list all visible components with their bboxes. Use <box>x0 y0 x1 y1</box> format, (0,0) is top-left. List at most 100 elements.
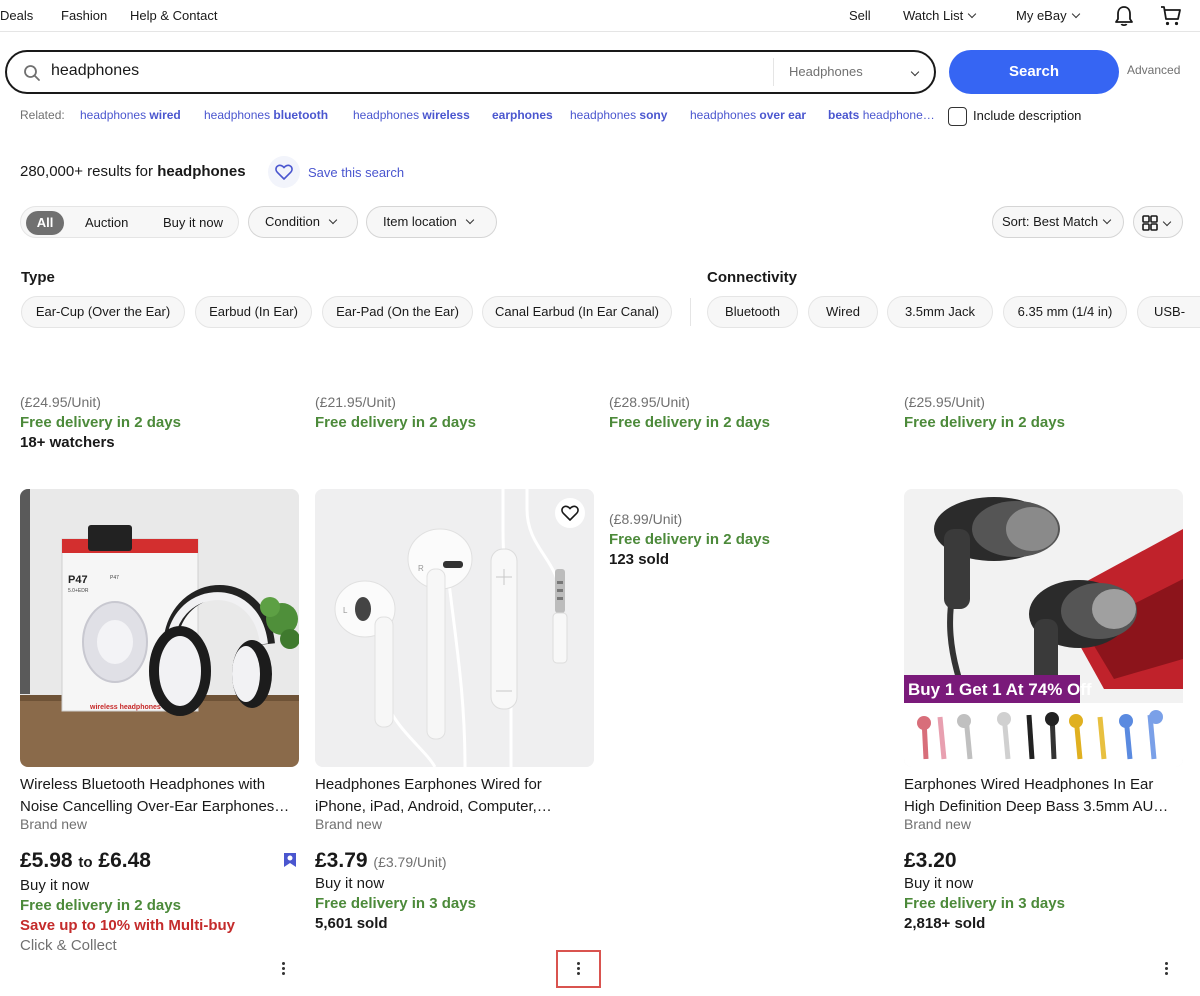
related-link[interactable]: headphones bluetooth <box>204 108 328 122</box>
nav-help-contact[interactable]: Help & Contact <box>130 8 217 23</box>
top-rated-badge-icon <box>284 853 296 867</box>
product-condition: Brand new <box>20 816 87 832</box>
delivery-info: Free delivery in 3 days <box>315 895 476 912</box>
cart-icon[interactable] <box>1160 5 1182 27</box>
more-options-icon[interactable] <box>576 962 582 977</box>
connectivity-chip[interactable]: Wired <box>808 296 878 328</box>
chevron-down-icon <box>328 215 338 225</box>
product-price: £5.98 to £6.48 <box>20 849 151 872</box>
delivery-info: Free delivery in 3 days <box>904 895 1065 912</box>
grid-view-icon <box>1142 215 1158 231</box>
item-location-dropdown[interactable]: Item location <box>366 206 497 238</box>
delivery-info: Free delivery in 2 days <box>609 531 770 548</box>
product-title-line2[interactable]: High Definition Deep Bass 3.5mm AU… <box>904 796 1168 818</box>
type-chip[interactable]: Earbud (In Ear) <box>195 296 312 328</box>
more-options-icon[interactable] <box>1164 962 1170 977</box>
product-image[interactable]: P47 5.0+EDR P47 wireless headphones <box>20 489 299 767</box>
nav-watch-list[interactable]: Watch List <box>903 8 977 23</box>
filter-auction[interactable]: Auction <box>85 215 128 230</box>
nav-my-ebay[interactable]: My eBay <box>1016 8 1080 23</box>
nav-fashion[interactable]: Fashion <box>61 8 107 23</box>
sold-count: 5,601 sold <box>315 915 388 932</box>
type-chip[interactable]: Ear-Pad (On the Ear) <box>322 296 473 328</box>
sold-count: 123 sold <box>609 551 670 568</box>
watch-list-label: Watch List <box>903 8 964 23</box>
unit-price: (£28.95/Unit) <box>609 394 690 410</box>
product-title-line2[interactable]: iPhone, iPad, Android, Computer,… <box>315 796 552 818</box>
chevron-down-icon <box>1102 215 1112 225</box>
condition-dropdown[interactable]: Condition <box>248 206 358 238</box>
filter-all[interactable]: All <box>26 211 64 235</box>
unit-price: (£24.95/Unit) <box>20 394 101 410</box>
chevron-down-icon <box>1071 9 1080 19</box>
chevron-down-icon <box>910 65 920 83</box>
multi-buy-promo: Save up to 10% with Multi-buy <box>20 917 236 934</box>
box-model-text: P47 <box>68 574 88 586</box>
search-input[interactable]: headphones <box>51 62 139 80</box>
product-title[interactable]: Earphones Wired Headphones In Ear <box>904 774 1153 796</box>
related-link[interactable]: beats headphone… <box>828 108 935 122</box>
box-model2-text: P47 <box>110 575 119 581</box>
chip-divider <box>690 298 691 326</box>
related-link[interactable]: earphones <box>492 108 553 122</box>
related-link[interactable]: headphones wireless <box>353 108 470 122</box>
save-search-link[interactable]: Save this search <box>308 165 404 180</box>
bud-r-text: R <box>418 564 424 573</box>
related-label: Related: <box>20 108 65 122</box>
product-title-line2[interactable]: Noise Cancelling Over-Ear Earphones… <box>20 796 289 818</box>
connectivity-chip[interactable]: 3.5mm Jack <box>887 296 993 328</box>
connectivity-chip[interactable]: 6.35 mm (1/4 in) <box>1003 296 1127 328</box>
delivery-info: Free delivery in 2 days <box>609 414 770 431</box>
related-link[interactable]: headphones over ear <box>690 108 806 122</box>
item-location-label: Item location <box>383 214 457 229</box>
connectivity-chip[interactable]: Bluetooth <box>707 296 798 328</box>
chevron-down-icon <box>465 215 474 225</box>
promo-banner-text: Buy 1 Get 1 At 74% Off <box>908 680 1092 699</box>
sort-dropdown[interactable]: Sort: Best Match <box>992 206 1124 238</box>
my-ebay-label: My eBay <box>1016 8 1067 23</box>
buying-format: Buy it now <box>20 877 90 894</box>
product-title[interactable]: Headphones Earphones Wired for <box>315 774 542 796</box>
related-link[interactable]: headphones sony <box>570 108 667 122</box>
product-title[interactable]: Wireless Bluetooth Headphones with <box>20 774 265 796</box>
product-image[interactable]: Buy 1 Get 1 At 74% Off <box>904 489 1183 767</box>
top-nav: Deals Fashion Help & Contact Sell Watch … <box>0 0 1200 32</box>
related-link[interactable]: headphones wired <box>80 108 181 122</box>
view-toggle-button[interactable] <box>1133 206 1183 238</box>
nav-sell[interactable]: Sell <box>849 8 871 23</box>
include-description-checkbox[interactable] <box>948 107 967 126</box>
unit-price: (£8.99/Unit) <box>609 511 683 527</box>
delivery-info: Free delivery in 2 days <box>20 414 181 431</box>
bud-l-text: L <box>343 606 348 615</box>
box-sub-text: 5.0+EDR <box>68 588 89 594</box>
delivery-info: Free delivery in 2 days <box>315 414 476 431</box>
search-icon <box>24 65 40 81</box>
type-chip[interactable]: Canal Earbud (In Ear Canal) <box>482 296 672 328</box>
filter-buy-it-now[interactable]: Buy it now <box>163 215 223 230</box>
buying-format: Buy it now <box>315 875 385 892</box>
nav-deals[interactable]: Deals <box>0 8 33 23</box>
more-options-icon[interactable] <box>281 962 287 977</box>
bell-icon[interactable] <box>1114 5 1134 27</box>
add-to-watchlist-button[interactable] <box>555 498 585 528</box>
buying-format-toggle: All Auction Buy it now <box>20 206 239 238</box>
save-search-button[interactable] <box>268 156 300 188</box>
unit-price: (£25.95/Unit) <box>904 394 985 410</box>
type-chip[interactable]: Ear-Cup (Over the Ear) <box>21 296 185 328</box>
box-label-text: wireless headphones <box>89 704 161 711</box>
buying-format: Buy it now <box>904 875 974 892</box>
sold-count: 2,818+ sold <box>904 915 986 932</box>
advanced-search-link[interactable]: Advanced <box>1127 63 1180 77</box>
include-description-label[interactable]: Include description <box>973 108 1081 123</box>
category-select[interactable]: Headphones <box>789 64 863 79</box>
search-box[interactable]: headphones Headphones <box>5 50 936 94</box>
connectivity-title: Connectivity <box>707 269 798 286</box>
product-price: £3.79 (£3.79/Unit) <box>315 849 447 872</box>
product-image[interactable]: R L <box>315 489 594 767</box>
search-button[interactable]: Search <box>949 50 1119 94</box>
type-title: Type <box>21 269 55 286</box>
unit-price: (£21.95/Unit) <box>315 394 396 410</box>
click-collect: Click & Collect <box>20 937 117 954</box>
delivery-info: Free delivery in 2 days <box>20 897 181 914</box>
connectivity-chip[interactable]: USB- <box>1137 296 1200 328</box>
